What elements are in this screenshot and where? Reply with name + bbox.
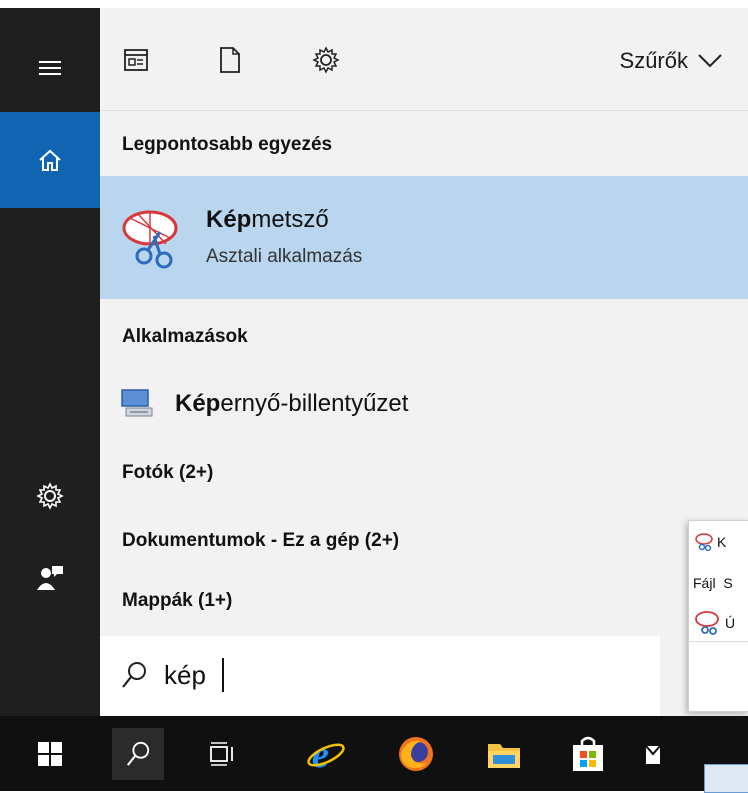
snipping-tool-icon (122, 210, 178, 269)
start-left-rail (0, 8, 100, 716)
chevron-down-icon (698, 54, 722, 68)
bg-window-menu-text[interactable]: Fájl S (693, 575, 733, 591)
keyboard-monitor-icon (121, 389, 153, 417)
mail-icon (645, 745, 660, 764)
file-explorer-button[interactable] (478, 728, 530, 780)
home-icon (39, 149, 61, 171)
gear-icon (312, 46, 340, 74)
mail-button[interactable] (640, 728, 670, 780)
snipping-tool-icon (695, 533, 713, 551)
settings-nav-button[interactable] (0, 466, 100, 526)
settings-filter-button[interactable] (308, 42, 344, 78)
snipping-tool-icon (695, 611, 719, 635)
best-match-result[interactable]: Képmetsző Asztali alkalmazás (100, 176, 748, 299)
app-result-on-screen-keyboard[interactable]: Képernyő-billentyűzet (100, 378, 748, 438)
windows-logo-icon (38, 742, 62, 766)
search-icon (122, 662, 146, 688)
start-button[interactable] (24, 728, 76, 780)
search-icon (126, 741, 150, 766)
taskbar-search-button[interactable] (112, 728, 164, 780)
best-match-header: Legpontosabb egyezés (122, 134, 333, 155)
search-results-panel: Szűrők Legpontosabb egyezés Képmetsző As… (100, 8, 748, 716)
store-bag-icon (573, 736, 603, 771)
category-folders[interactable]: Mappák (1+) (122, 590, 232, 612)
text-caret (222, 658, 224, 692)
feedback-person-icon (37, 566, 63, 590)
documents-filter-button[interactable] (212, 42, 248, 78)
store-button[interactable] (562, 728, 614, 780)
bg-window-toolbar: Ú (689, 607, 748, 642)
apps-section-header: Alkalmazások (122, 326, 248, 347)
open-window-thumbnail[interactable] (704, 764, 748, 793)
best-match-app-type: Asztali alkalmazás (206, 246, 363, 267)
filters-dropdown[interactable]: Szűrők (620, 48, 722, 74)
taskbar: e (0, 716, 748, 793)
bg-window-title: K (717, 534, 727, 550)
search-box[interactable]: kép (100, 636, 660, 716)
firefox-button[interactable] (390, 728, 442, 780)
feedback-nav-button[interactable] (0, 548, 100, 608)
category-photos[interactable]: Fotók (2+) (122, 462, 213, 484)
gear-icon (36, 482, 64, 510)
app-result-label: Képernyő-billentyűzet (175, 390, 409, 417)
search-input[interactable]: kép (164, 660, 206, 691)
firefox-icon (399, 737, 433, 771)
home-nav-button[interactable] (0, 112, 100, 208)
category-documents[interactable]: Dokumentumok - Ez a gép (2+) (122, 530, 399, 552)
hamburger-icon (39, 61, 61, 75)
bg-window-menubar: Fájl S (689, 573, 748, 595)
best-match-app-name: Képmetsző (206, 206, 329, 233)
task-view-button[interactable] (196, 728, 248, 780)
background-snipping-window[interactable]: K Fájl S Ú (688, 520, 748, 712)
task-view-icon (210, 742, 233, 766)
filters-label: Szűrők (619, 48, 688, 73)
search-filter-toolbar: Szűrők (100, 8, 748, 111)
bg-window-titlebar: K (689, 531, 748, 555)
folder-icon (488, 744, 520, 768)
bg-window-new-button[interactable]: Ú (725, 615, 735, 631)
document-icon (220, 47, 240, 73)
internet-explorer-icon: e (307, 735, 345, 773)
apps-filter-button[interactable] (118, 42, 154, 78)
hamburger-menu-button[interactable] (0, 38, 100, 98)
internet-explorer-button[interactable]: e (300, 728, 352, 780)
app-window-icon (124, 49, 148, 71)
